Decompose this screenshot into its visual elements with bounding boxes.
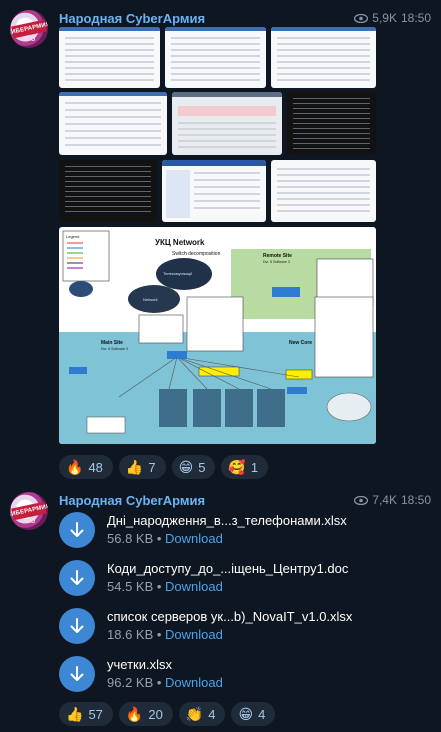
network-diagram-image[interactable]: УКЦ Network Switch decomposition Legend … [59,227,376,444]
file-meta: 54.5 KB • Download [107,579,223,594]
file-meta: 56.8 KB • Download [107,531,223,546]
file-name: Коди_доступу_до_...іщень_Центру1.doc [107,561,349,576]
diagram-new-core: New Core [289,340,312,346]
download-link[interactable]: Download [165,675,223,690]
file-name: учетки.xlsx [107,657,172,672]
reaction-grin[interactable]: 😁 5 [171,455,216,479]
file-meta: 18.6 KB • Download [107,627,223,642]
diagram-remote-sub: Dvr. 6 Software 3 [263,260,290,264]
file-attachment[interactable]: Коди_доступу_до_...іщень_Центру1.doc 54.… [59,560,431,604]
grin-icon: 😁 [238,706,254,722]
reaction-clap[interactable]: 👏 4 [178,702,226,726]
reaction-count: 48 [88,459,103,475]
download-icon[interactable] [59,512,95,548]
download-link[interactable]: Download [165,531,223,546]
post-time: 18:50 [400,11,431,25]
avatar-label: КИБЕРАРМИЯ [10,19,48,39]
avatar-sublabel: ЗЛО [22,519,36,525]
photo-thumbnail[interactable] [59,92,167,155]
download-link[interactable]: Download [165,579,223,594]
channel-avatar[interactable]: КИБЕРАРМИЯ ЗЛО [10,10,48,48]
post-meta: 5,9K 18:50 [354,11,431,25]
post-meta: 7,4K 18:50 [354,493,431,507]
smiling-hearts-icon: 🥰 [228,459,246,475]
grin-icon: 😁 [178,459,194,475]
file-attachment[interactable]: Дні_народження_в...з_телефонами.xlsx 56.… [59,512,431,556]
channel-post-2: КИБЕРАРМИЯ ЗЛО Народная CyberАрмия 7,4K … [0,488,441,732]
photo-thumbnail[interactable] [165,27,266,88]
diagram-cloud-label: Телекомунікації [163,271,193,276]
reaction-fire[interactable]: 🔥 48 [59,455,113,479]
thumbs-up-icon: 👍 [66,706,84,722]
photo-thumbnail[interactable] [59,160,157,222]
photo-thumbnail[interactable] [271,160,376,222]
avatar-label: КИБЕРАРМИЯ [10,501,48,521]
file-size: 18.6 KB [107,627,154,642]
diagram-subtitle: Switch decomposition [172,251,221,257]
post-time: 18:50 [400,493,431,507]
diagram-cloud-label: Network [143,297,158,302]
thumbs-up-icon: 👍 [125,459,144,475]
reaction-count: 4 [258,706,266,722]
fire-icon: 🔥 [125,706,144,722]
reaction-grin[interactable]: 😁 4 [231,702,276,726]
channel-name[interactable]: Народная CyberАрмия [59,11,205,26]
file-name: список серверов ук...b)_NovaIT_v1.0.xlsx [107,609,353,624]
photo-thumbnail[interactable] [172,92,282,155]
photo-thumbnail[interactable] [162,160,266,222]
photo-thumbnail[interactable] [287,92,376,155]
file-attachment[interactable]: учетки.xlsx 96.2 KB • Download [59,656,431,700]
reaction-count: 57 [88,706,103,722]
view-count: 5,9K [372,11,397,25]
reaction-count: 4 [208,706,216,722]
download-icon[interactable] [59,656,95,692]
diagram-main-site: Main Site [101,340,123,346]
reaction-count: 7 [148,459,156,475]
diagram-legend-title: Legend [66,234,79,239]
reactions-bar: 👍 57 🔥 20 👏 4 😁 4 [59,702,276,726]
diagram-remote-site: Remote Site [263,253,292,259]
download-link[interactable]: Download [165,627,223,642]
file-size: 96.2 KB [107,675,154,690]
file-name: Дні_народження_в...з_телефонами.xlsx [107,513,347,528]
clap-icon: 👏 [185,706,204,722]
download-icon[interactable] [59,608,95,644]
file-meta: 96.2 KB • Download [107,675,223,690]
reaction-count: 5 [198,459,206,475]
channel-name[interactable]: Народная CyberАрмия [59,493,205,508]
reaction-thumbs-up[interactable]: 👍 7 [118,455,166,479]
file-attachment[interactable]: список серверов ук...b)_NovaIT_v1.0.xlsx… [59,608,431,652]
reaction-fire[interactable]: 🔥 20 [118,702,173,726]
download-icon[interactable] [59,560,95,596]
photo-thumbnail[interactable] [59,27,160,88]
file-size: 54.5 KB [107,579,154,594]
avatar-sublabel: ЗЛО [22,37,36,43]
file-size: 56.8 KB [107,531,154,546]
reaction-count: 20 [148,706,163,722]
reactions-bar: 🔥 48 👍 7 😁 5 🥰 1 [59,455,269,479]
diagram-main-sub: Dvr. 6 Software 3 [101,347,128,351]
fire-icon: 🔥 [66,459,84,475]
reaction-count: 1 [250,459,259,475]
eye-icon [354,495,369,505]
channel-post-1: КИБЕРАРМИЯ ЗЛО Народная CyberАрмия 5,9K … [0,0,441,488]
eye-icon [354,13,369,23]
photo-thumbnail[interactable] [271,27,376,88]
view-count: 7,4K [372,493,397,507]
diagram-title: УКЦ Network [155,238,205,247]
reaction-thumbs-up[interactable]: 👍 57 [59,702,113,726]
reaction-love[interactable]: 🥰 1 [221,455,269,479]
channel-avatar[interactable]: КИБЕРАРМИЯ ЗЛО [10,492,48,530]
